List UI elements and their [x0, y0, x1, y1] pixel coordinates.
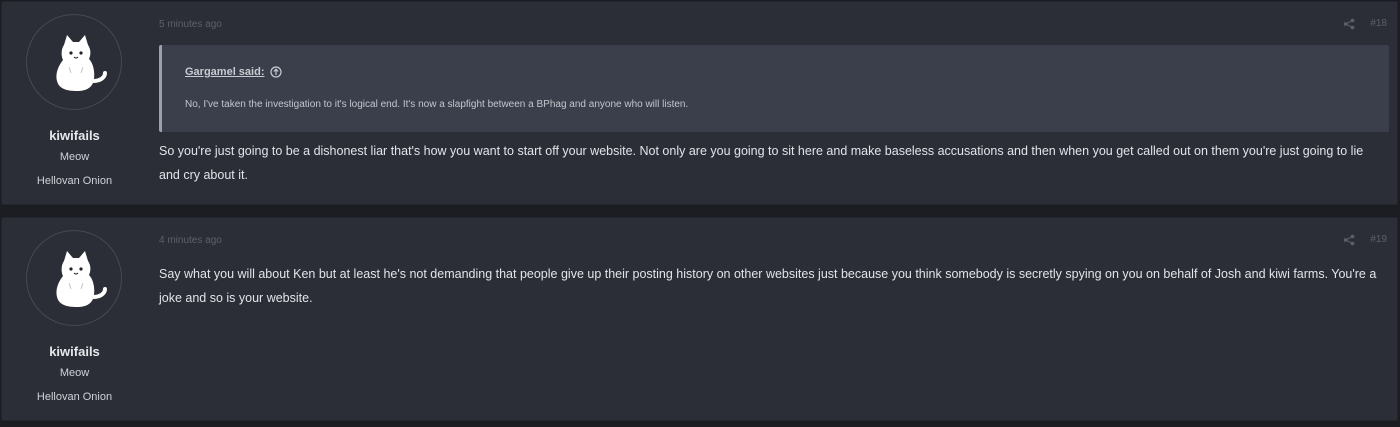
username[interactable]: kiwifails — [2, 344, 147, 359]
post-19: kiwifails Meow Hellovan Onion 4 minutes … — [1, 217, 1398, 421]
cat-avatar-icon — [56, 251, 107, 307]
user-banner: Hellovan Onion — [36, 391, 113, 403]
post-message: Say what you will about Ken but at least… — [159, 267, 1377, 305]
post-number[interactable]: #18 — [1370, 18, 1387, 29]
avatar[interactable] — [26, 14, 122, 110]
quote-text: No, I've taken the investigation to it's… — [185, 99, 689, 110]
username[interactable]: kiwifails — [2, 128, 147, 143]
user-title: Meow — [59, 367, 90, 379]
post-time[interactable]: 4 minutes ago — [159, 235, 222, 246]
post-number[interactable]: #19 — [1370, 234, 1387, 245]
share-icon[interactable] — [1343, 234, 1355, 246]
share-icon[interactable] — [1343, 18, 1355, 30]
user-info: kiwifails Meow Hellovan Onion — [2, 2, 147, 204]
quote-block: Gargamel said: No, I've taken the invest… — [159, 45, 1389, 132]
post-message: So you're just going to be a dishonest l… — [159, 144, 1364, 182]
cat-avatar-icon — [56, 35, 107, 91]
post-time[interactable]: 5 minutes ago — [159, 19, 222, 30]
quote-header: Gargamel said: — [185, 66, 283, 78]
quote-author-link[interactable]: Gargamel said: — [185, 66, 264, 78]
user-banner: Hellovan Onion — [36, 175, 113, 187]
quote-arrow-icon[interactable] — [270, 66, 283, 78]
user-title: Meow — [59, 151, 90, 163]
avatar[interactable] — [26, 230, 122, 326]
post-18: kiwifails Meow Hellovan Onion 5 minutes … — [1, 1, 1398, 205]
user-info: kiwifails Meow Hellovan Onion — [2, 218, 147, 420]
